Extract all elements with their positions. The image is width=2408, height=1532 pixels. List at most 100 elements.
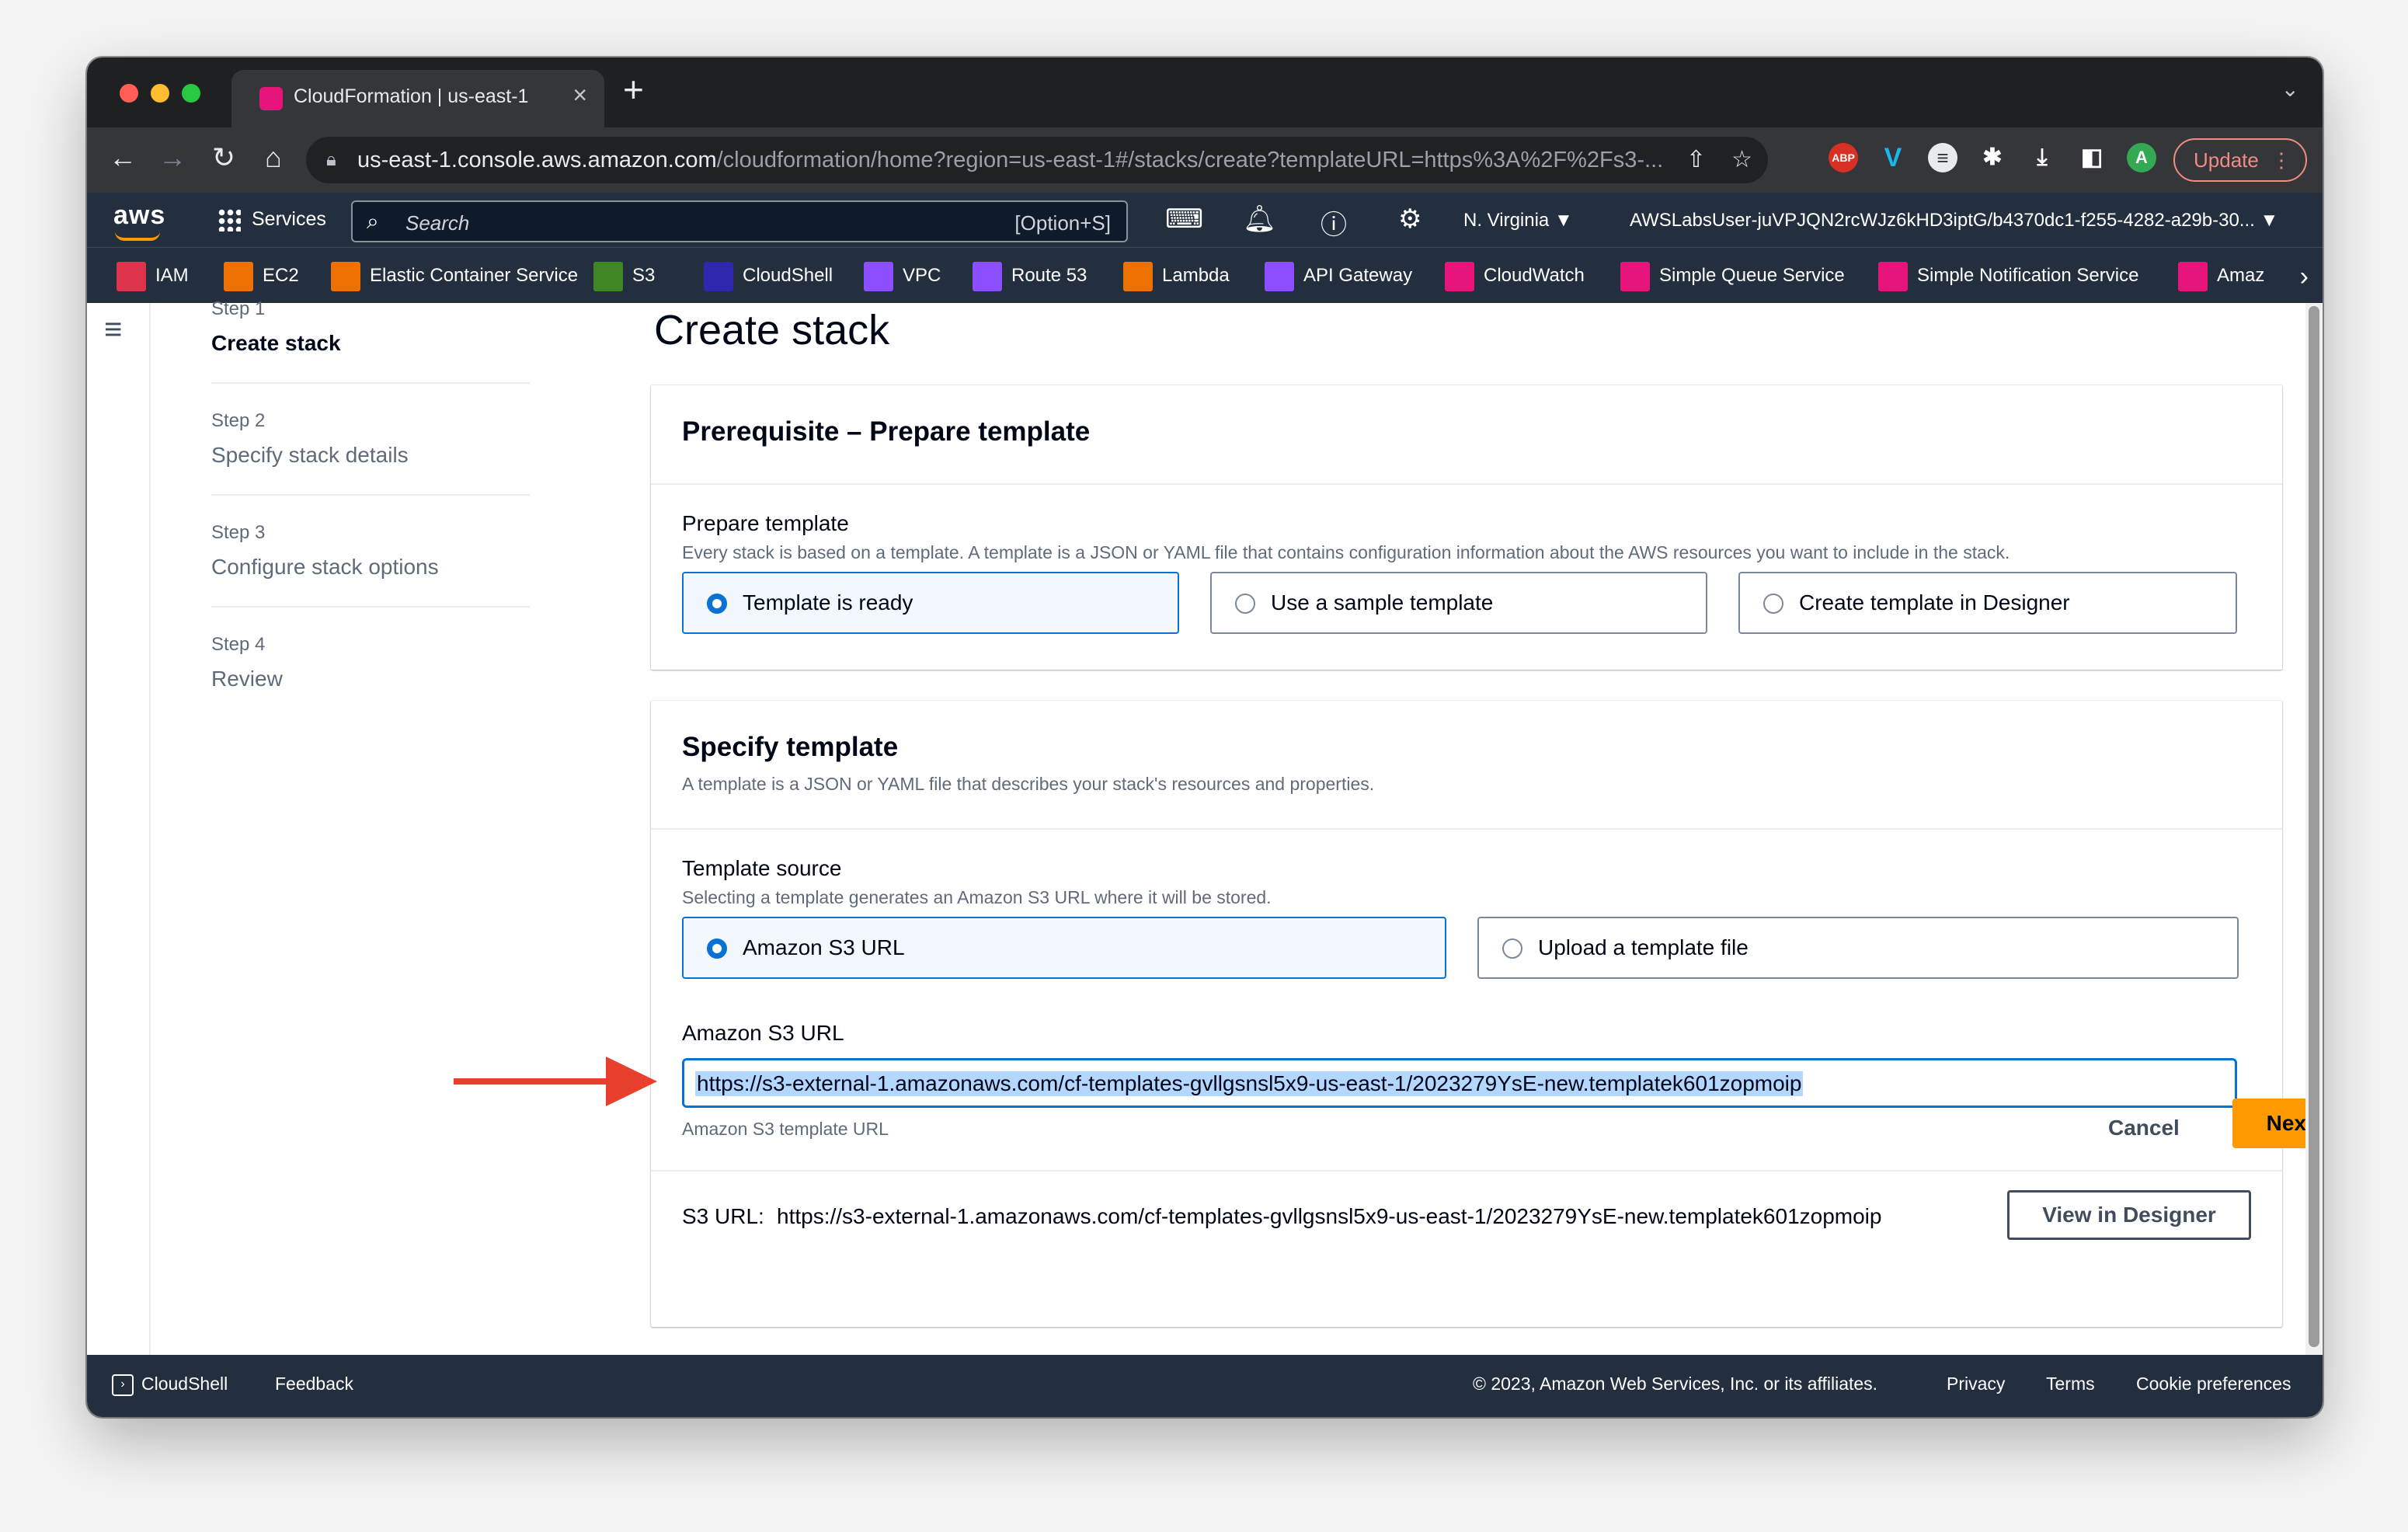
vimeo-extension-icon[interactable]: V <box>1878 143 1908 172</box>
favorite-cloudshell[interactable]: CloudShell <box>704 260 833 291</box>
favorite-amaz[interactable]: Amaz <box>2178 260 2264 291</box>
service-icon <box>224 261 253 291</box>
option-label: Template is ready <box>743 590 913 615</box>
favorite-cloudwatch[interactable]: CloudWatch <box>1445 260 1585 291</box>
tab-search-chevron-icon[interactable]: ⌄ <box>2281 76 2299 102</box>
services-menu-button[interactable]: Services <box>217 208 326 232</box>
new-tab-button[interactable]: + <box>623 68 644 110</box>
prerequisite-title: Prerequisite – Prepare template <box>682 416 1091 447</box>
option-upload-template-file[interactable]: Upload a template file <box>1477 917 2239 979</box>
notifications-bell-icon[interactable]: 🔔︎ <box>1243 204 1276 235</box>
template-source-label: Template source <box>682 856 842 880</box>
footer-cloudshell-button[interactable]: › CloudShell <box>112 1374 228 1396</box>
share-icon[interactable]: ⇧ <box>1686 146 1706 173</box>
update-label: Update <box>2194 148 2259 172</box>
option-label: Use a sample template <box>1271 590 1494 615</box>
main-content: ≡ Step 1 Create stack Step 2 Specify sta… <box>87 298 2323 1355</box>
radio-selected[interactable] <box>707 938 727 959</box>
option-create-in-designer[interactable]: Create template in Designer <box>1738 572 2237 634</box>
favorite-label: Route 53 <box>1011 265 1087 286</box>
radio-unselected[interactable] <box>1502 938 1522 959</box>
browser-tab-cloudformation[interactable]: CloudFormation | us-east-1 × <box>231 70 604 127</box>
service-icon <box>1620 261 1650 291</box>
footer-terms-link[interactable]: Terms <box>2046 1374 2095 1394</box>
option-label: Create template in Designer <box>1799 590 2070 615</box>
side-navigation-rail: ≡ <box>87 303 151 1355</box>
favorite-label: IAM <box>155 265 189 286</box>
favorite-route-53[interactable]: Route 53 <box>973 260 1087 291</box>
radio-unselected[interactable] <box>1235 594 1255 614</box>
favorite-elastic-container-service[interactable]: Elastic Container Service <box>331 260 578 291</box>
option-amazon-s3-url[interactable]: Amazon S3 URL <box>682 917 1446 979</box>
favorite-label: CloudWatch <box>1484 265 1585 286</box>
update-button[interactable]: Update ⋮ <box>2173 138 2307 182</box>
back-icon[interactable]: ← <box>106 141 140 174</box>
radio-selected[interactable] <box>707 594 727 614</box>
favorite-iam[interactable]: IAM <box>117 260 189 291</box>
help-icon[interactable]: ⓘ <box>1321 204 1347 242</box>
option-template-ready[interactable]: Template is ready <box>682 572 1179 634</box>
scrollbar-thumb[interactable] <box>2309 306 2319 1347</box>
menu-extension-icon[interactable]: ≡ <box>1928 143 1957 172</box>
amazon-s3-url-input[interactable]: https://s3-external-1.amazonaws.com/cf-t… <box>682 1058 2237 1108</box>
minimize-window-button[interactable] <box>151 84 169 103</box>
prerequisite-panel: Prerequisite – Prepare template Prepare … <box>651 385 2282 670</box>
profile-avatar[interactable]: A <box>2127 143 2156 172</box>
footer-feedback-link[interactable]: Feedback <box>275 1374 353 1394</box>
hamburger-menu-icon[interactable]: ≡ <box>104 312 122 347</box>
reload-icon[interactable]: ↻ <box>207 141 241 174</box>
home-icon[interactable]: ⌂ <box>256 141 291 174</box>
specify-template-description: A template is a JSON or YAML file that d… <box>682 774 1375 794</box>
side-panel-icon[interactable]: ◧ <box>2077 143 2107 172</box>
view-in-designer-button[interactable]: View in Designer <box>2007 1190 2251 1240</box>
page-scrollbar[interactable] <box>2305 303 2323 1355</box>
adblock-icon[interactable]: ABP <box>1829 143 1858 172</box>
console-search-input[interactable]: ⌕ Search [Option+S] <box>351 200 1128 242</box>
extensions-puzzle-icon[interactable]: ✱ <box>1978 143 2007 172</box>
account-menu[interactable]: AWSLabsUser-juVPJQN2rcWJz6kHD3iptG/b4370… <box>1630 210 2278 232</box>
divider <box>651 828 2282 830</box>
close-window-button[interactable] <box>120 84 138 103</box>
favorite-simple-notification-service[interactable]: Simple Notification Service <box>1878 260 2138 291</box>
tab-close-icon[interactable]: × <box>572 81 587 110</box>
cancel-button[interactable]: Cancel <box>2108 1116 2180 1140</box>
region-selector[interactable]: N. Virginia ▼ <box>1463 210 1573 232</box>
bookmark-star-icon[interactable]: ☆ <box>1731 146 1752 173</box>
amazon-s3-url-value: https://s3-external-1.amazonaws.com/cf-t… <box>695 1071 1804 1096</box>
wizard-step-4[interactable]: Step 4 Review <box>211 634 530 718</box>
footer-privacy-link[interactable]: Privacy <box>1947 1374 2005 1394</box>
favorite-api-gateway[interactable]: API Gateway <box>1265 260 1412 291</box>
favorite-s3[interactable]: S3 <box>593 260 655 291</box>
favorite-lambda[interactable]: Lambda <box>1123 260 1230 291</box>
forward-icon[interactable]: → <box>155 141 190 174</box>
search-shortcut-hint: [Option+S] <box>1014 211 1111 235</box>
favorite-vpc[interactable]: VPC <box>864 260 941 291</box>
aws-logo-smile <box>115 232 160 241</box>
more-menu-icon: ⋮ <box>2271 148 2291 172</box>
zoom-window-button[interactable] <box>182 84 200 103</box>
url-omnibox[interactable]: 🔒︎ us-east-1.console.aws.amazon.com/clou… <box>306 137 1768 183</box>
radio-unselected[interactable] <box>1763 594 1783 614</box>
favorite-ec2[interactable]: EC2 <box>224 260 299 291</box>
url-text[interactable]: us-east-1.console.aws.amazon.com/cloudfo… <box>357 148 1663 173</box>
aws-logo[interactable]: aws <box>113 200 165 231</box>
footer-cookie-preferences-link[interactable]: Cookie preferences <box>2136 1374 2291 1394</box>
wizard-step-3[interactable]: Step 3 Configure stack options <box>211 522 530 608</box>
address-bar: ← → ↻ ⌂ 🔒︎ us-east-1.console.aws.amazon.… <box>87 127 2323 193</box>
service-icon <box>331 261 360 291</box>
cloudshell-icon: › <box>112 1374 134 1396</box>
step-number: Step 1 <box>211 298 266 319</box>
option-sample-template[interactable]: Use a sample template <box>1210 572 1707 634</box>
favorites-scroll-right-icon[interactable]: › <box>2300 262 2309 292</box>
settings-gear-icon[interactable]: ⚙ <box>1398 204 1421 235</box>
cloudshell-icon[interactable]: ⌨ <box>1165 204 1203 235</box>
favorite-label: Simple Queue Service <box>1659 265 1845 286</box>
console-footer: › CloudShell Feedback © 2023, Amazon Web … <box>87 1355 2323 1417</box>
wizard-step-2[interactable]: Step 2 Specify stack details <box>211 410 530 496</box>
annotation-arrow-head <box>606 1057 657 1106</box>
favorite-simple-queue-service[interactable]: Simple Queue Service <box>1620 260 1845 291</box>
annotation-arrow-shaft <box>454 1078 617 1085</box>
download-icon[interactable]: ⤓ <box>2027 143 2057 172</box>
amazon-s3-url-hint: Amazon S3 template URL <box>682 1119 889 1139</box>
favorite-label: CloudShell <box>743 265 833 286</box>
